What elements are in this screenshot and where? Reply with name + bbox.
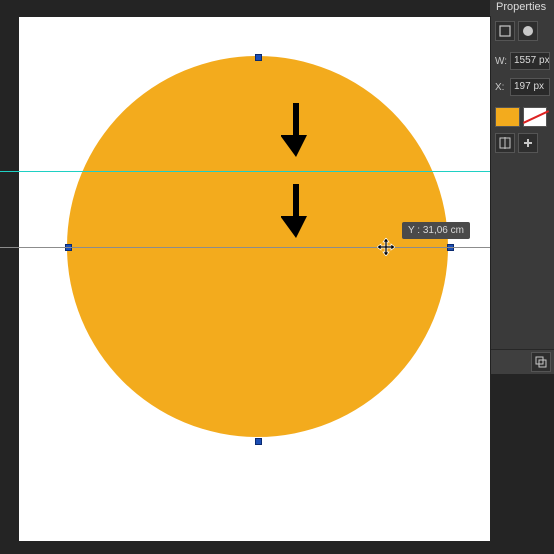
x-label: X:: [495, 82, 510, 93]
horizontal-guide-locked[interactable]: [0, 171, 554, 172]
annotation-arrow-down-2: [281, 184, 311, 238]
horizontal-guide-dragging[interactable]: [0, 247, 554, 248]
pathfinder-button[interactable]: [531, 352, 551, 372]
align-vertical-button[interactable]: [518, 133, 538, 153]
bounding-handle-top[interactable]: [255, 54, 262, 61]
properties-panel: Properties W: 1557 px X: 197 px: [490, 16, 554, 374]
fill-swatch[interactable]: [495, 107, 520, 127]
align-horizontal-button[interactable]: [495, 133, 515, 153]
properties-panel-title[interactable]: Properties: [490, 0, 554, 16]
annotation-arrow-down-1: [281, 103, 311, 157]
mask-mode-button[interactable]: [518, 21, 538, 41]
stroke-swatch[interactable]: [523, 107, 548, 127]
width-field[interactable]: 1557 px: [510, 52, 550, 70]
x-field[interactable]: 197 px: [510, 78, 550, 96]
bounding-handle-bottom[interactable]: [255, 438, 262, 445]
workspace: Y : 31,06 cm Properties W: 1557 px X: 19…: [0, 0, 554, 554]
shape-mode-button[interactable]: [495, 21, 515, 41]
width-label: W:: [495, 56, 510, 67]
drag-position-tooltip: Y : 31,06 cm: [402, 222, 470, 239]
move-cursor-icon: [377, 238, 395, 256]
